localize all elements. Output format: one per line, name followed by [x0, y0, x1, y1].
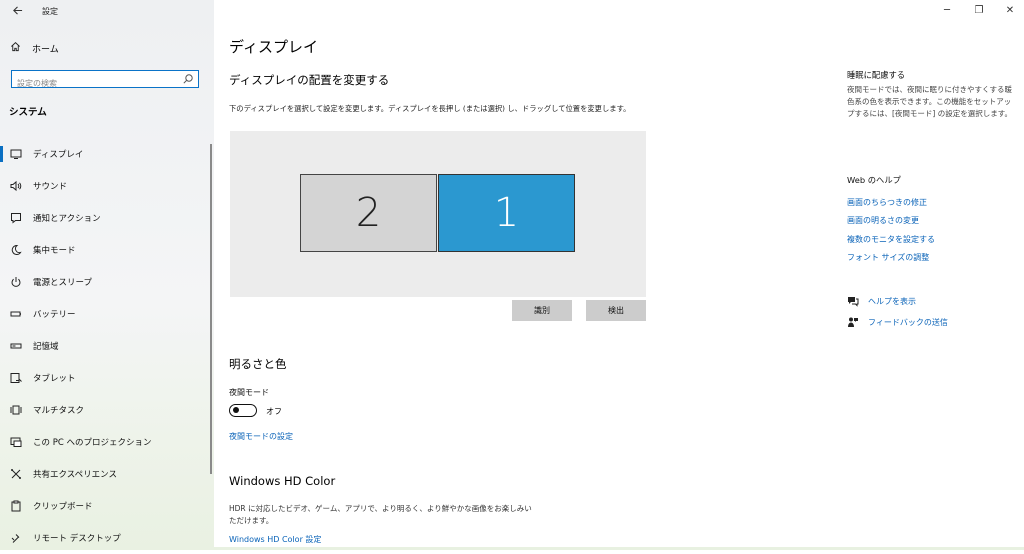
night-mode-settings-link[interactable]: 夜間モードの設定	[229, 431, 293, 442]
arrange-description: 下のディスプレイを選択して設定を変更します。ディスプレイを長押し (または選択)…	[229, 104, 631, 113]
sidebar-item-shared-experience[interactable]: 共有エクスペリエンス	[0, 458, 214, 490]
sidebar-item-label: 共有エクスペリエンス	[33, 470, 117, 480]
show-help-link[interactable]: ヘルプを表示	[868, 296, 916, 307]
speaker-icon	[9, 179, 23, 193]
night-mode-label: 夜間モード	[229, 388, 269, 397]
related-panel: 睡眠に配慮する 夜間モードでは、夜間に眠りに付きやすくする暖色系の色を表示できま…	[847, 0, 1017, 550]
sidebar-nav: ディスプレイ サウンド 通知とアクション 集中モード 電源とスリープ バッテリー…	[0, 138, 214, 554]
sidebar-item-tablet[interactable]: タブレット	[0, 362, 214, 394]
search-box[interactable]	[11, 70, 199, 91]
moon-icon	[9, 243, 23, 257]
sidebar-item-battery[interactable]: バッテリー	[0, 298, 214, 330]
help-link-brightness[interactable]: 画面の明るさの変更	[847, 215, 919, 226]
arrow-left-icon	[12, 6, 22, 15]
notification-icon	[9, 211, 23, 225]
search-input[interactable]	[12, 75, 177, 91]
clipboard-icon	[9, 499, 23, 513]
help-chat-icon	[848, 297, 859, 307]
sidebar-item-label: 電源とスリープ	[33, 278, 92, 288]
title-bar: 設定	[0, 0, 214, 24]
back-button[interactable]	[8, 3, 26, 21]
sidebar: 設定 ホーム システム ディスプレイ サウンド 通知とアクション 集中モード	[0, 0, 214, 550]
sidebar-item-label: マルチタスク	[33, 406, 85, 416]
sidebar-item-notifications[interactable]: 通知とアクション	[0, 202, 214, 234]
sidebar-item-multitask[interactable]: マルチタスク	[0, 394, 214, 426]
sidebar-item-label: ディスプレイ	[33, 150, 84, 160]
sidebar-item-clipboard[interactable]: クリップボード	[0, 490, 214, 522]
sleep-text: 夜間モードでは、夜間に眠りに付きやすくする暖色系の色を表示できます。この機能をセ…	[847, 85, 1012, 118]
search-icon	[183, 74, 193, 84]
section-label: システム	[9, 107, 47, 118]
projection-icon	[9, 435, 23, 449]
monitor-number: 2	[355, 190, 382, 236]
night-mode-state: オフ	[266, 407, 282, 416]
hdr-description: HDR に対応したビデオ、ゲーム、アプリで、より明るく、より鮮やかな画像をお楽し…	[229, 504, 532, 525]
feedback-link[interactable]: フィードバックの送信	[868, 317, 948, 328]
sidebar-item-label: リモート デスクトップ	[33, 534, 121, 544]
sidebar-item-label: タブレット	[33, 374, 76, 384]
sidebar-item-label: 記憶域	[33, 342, 59, 352]
hdr-heading: Windows HD Color	[229, 474, 336, 488]
power-icon	[9, 275, 23, 289]
sidebar-item-label: 集中モード	[33, 246, 76, 256]
sidebar-item-label: 通知とアクション	[33, 214, 101, 224]
display-arrangement-area: 2 1	[230, 131, 646, 297]
toggle-knob	[233, 407, 239, 413]
sidebar-item-home[interactable]: ホーム	[10, 40, 59, 56]
monitor-2[interactable]: 2	[300, 174, 437, 252]
tablet-icon	[9, 371, 23, 385]
help-link-flicker[interactable]: 画面のちらつきの修正	[847, 197, 927, 208]
sidebar-item-projection[interactable]: この PC へのプロジェクション	[0, 426, 214, 458]
sleep-title: 睡眠に配慮する	[847, 70, 906, 80]
help-link-multi-monitor[interactable]: 複数のモニタを設定する	[847, 234, 935, 245]
brightness-heading: 明るさと色	[229, 357, 287, 371]
arrange-heading: ディスプレイの配置を変更する	[229, 73, 390, 87]
monitor-icon	[9, 147, 23, 161]
monitor-1[interactable]: 1	[438, 174, 575, 252]
sidebar-item-power[interactable]: 電源とスリープ	[0, 266, 214, 298]
app-title: 設定	[42, 7, 58, 16]
help-link-font-size[interactable]: フォント サイズの調整	[847, 252, 929, 263]
shared-experience-icon	[9, 467, 23, 481]
page-title: ディスプレイ	[229, 38, 318, 56]
sidebar-item-label: ホーム	[32, 44, 59, 55]
hdr-settings-link[interactable]: Windows HD Color 設定	[229, 534, 321, 545]
battery-icon	[9, 307, 23, 321]
main-content: ディスプレイ ディスプレイの配置を変更する 下のディスプレイを選択して設定を変更…	[214, 0, 834, 550]
feedback-icon	[848, 317, 858, 327]
storage-icon	[9, 339, 23, 353]
sidebar-item-focus[interactable]: 集中モード	[0, 234, 214, 266]
sidebar-item-display[interactable]: ディスプレイ	[0, 138, 214, 170]
sidebar-item-sound[interactable]: サウンド	[0, 170, 214, 202]
remote-desktop-icon	[9, 531, 23, 545]
detect-button[interactable]: 検出	[586, 300, 646, 321]
identify-button[interactable]: 識別	[512, 300, 572, 321]
monitor-number: 1	[493, 190, 520, 236]
night-mode-toggle[interactable]	[229, 404, 257, 417]
multitask-icon	[9, 403, 23, 417]
sidebar-item-remote-desktop[interactable]: リモート デスクトップ	[0, 522, 214, 554]
sidebar-item-label: クリップボード	[33, 502, 93, 512]
sidebar-item-label: サウンド	[33, 182, 68, 192]
sidebar-item-label: バッテリー	[33, 310, 76, 320]
home-icon	[10, 41, 26, 55]
sidebar-scrollbar[interactable]	[210, 144, 212, 474]
help-title: Web のヘルプ	[847, 175, 901, 185]
sidebar-item-storage[interactable]: 記憶域	[0, 330, 214, 362]
sidebar-item-label: この PC へのプロジェクション	[33, 438, 152, 448]
